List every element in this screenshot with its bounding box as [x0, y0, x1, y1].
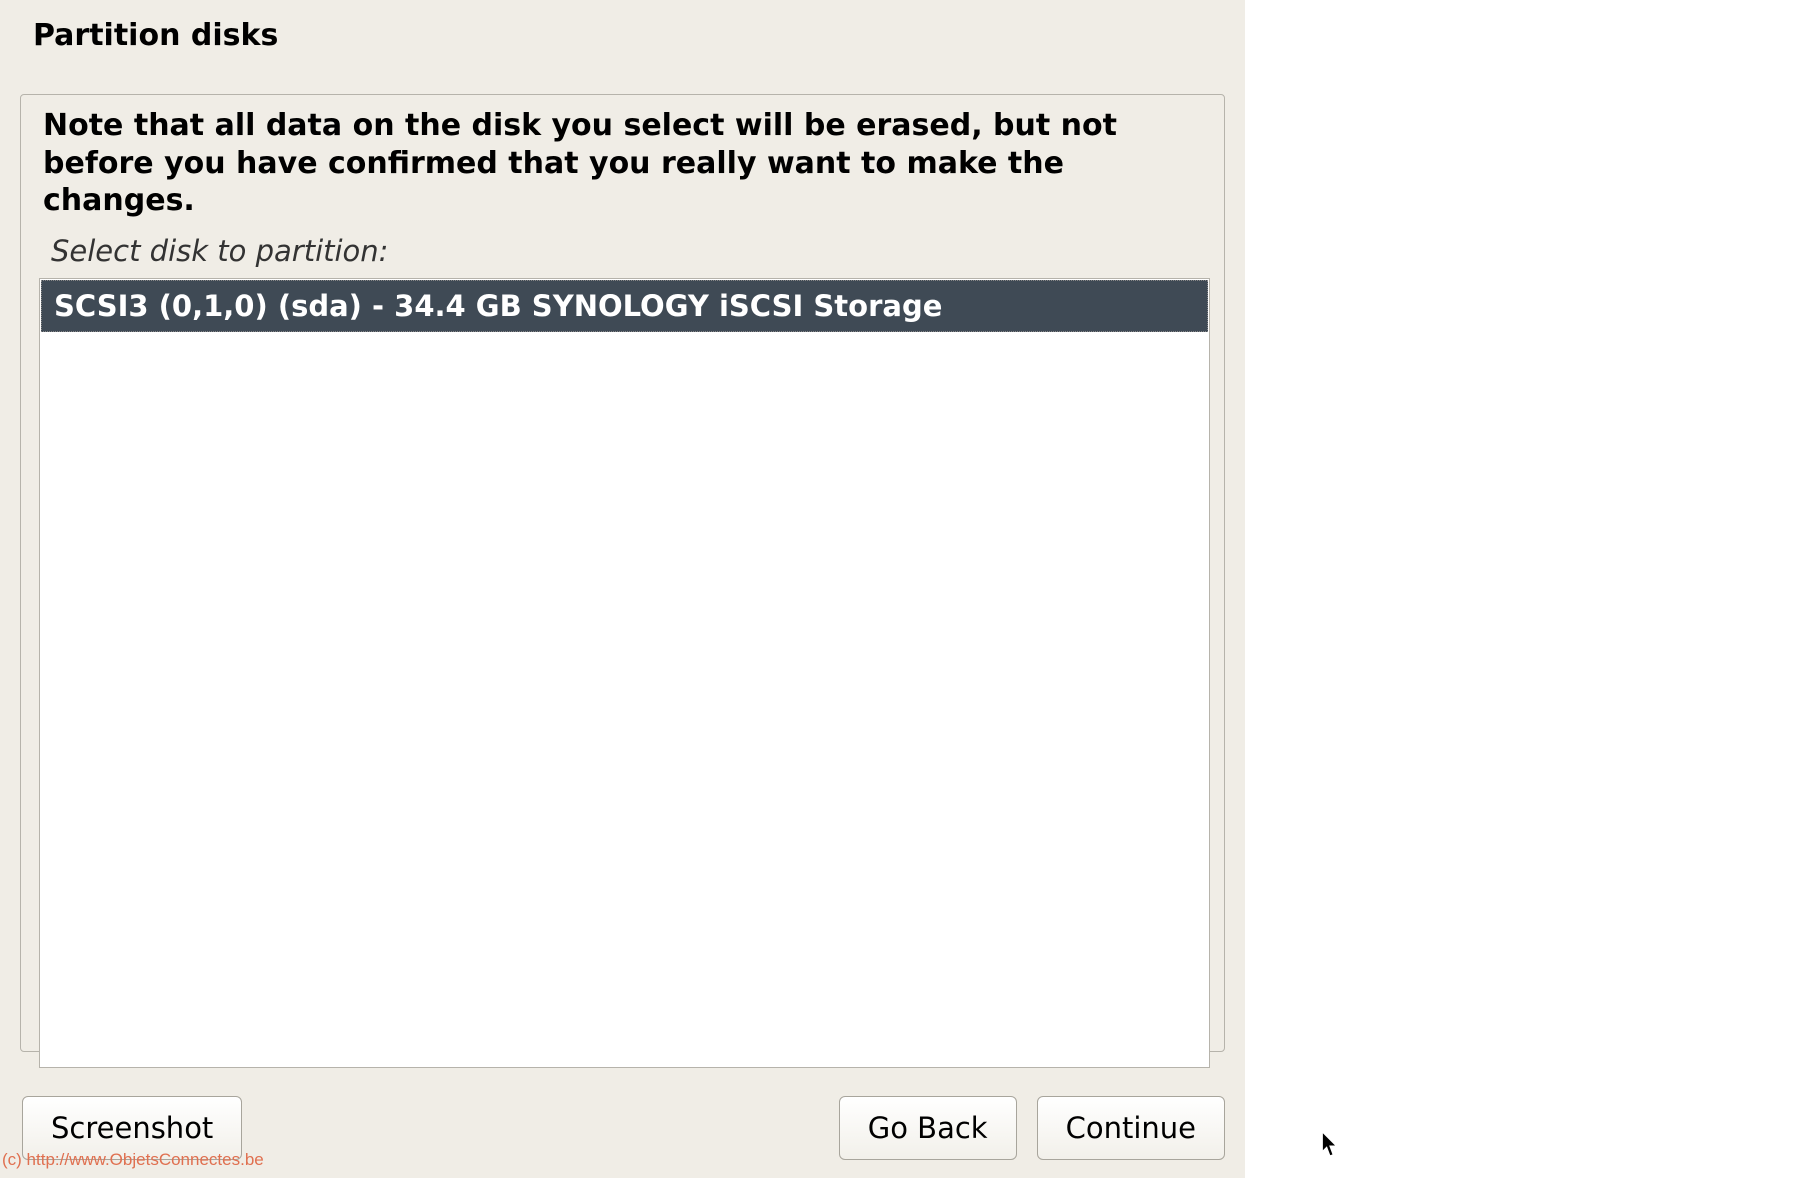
disk-item-sda[interactable]: SCSI3 (0,1,0) (sda) - 34.4 GB SYNOLOGY i… [41, 280, 1208, 332]
disk-listbox[interactable]: SCSI3 (0,1,0) (sda) - 34.4 GB SYNOLOGY i… [39, 278, 1210, 1068]
content-frame: Note that all data on the disk you selec… [20, 94, 1225, 1052]
warning-text: Note that all data on the disk you selec… [21, 107, 1224, 228]
nav-button-group: Go Back Continue [839, 1096, 1225, 1160]
select-prompt: Select disk to partition: [21, 228, 1224, 278]
go-back-button[interactable]: Go Back [839, 1096, 1017, 1160]
watermark-text: (c) http://www.ObjetsConnectes.be [2, 1150, 264, 1170]
continue-button[interactable]: Continue [1037, 1096, 1225, 1160]
blank-region [1245, 0, 1800, 1178]
